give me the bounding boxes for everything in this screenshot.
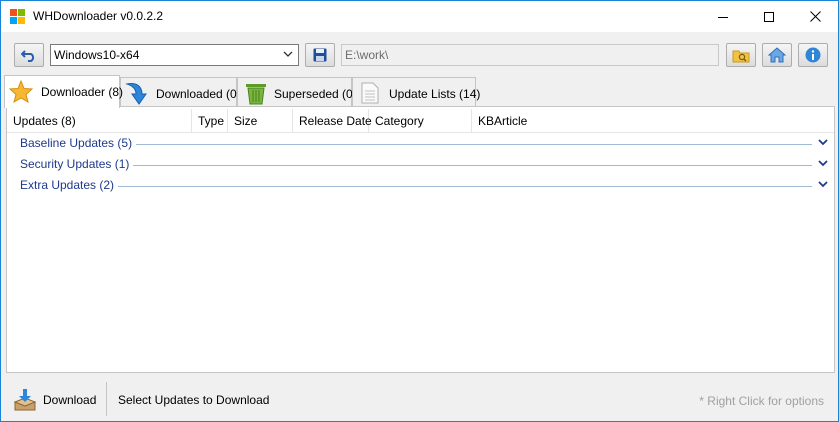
toolbar: Windows10-x64 E:\work\ (1, 32, 838, 76)
floppy-disk-icon (313, 48, 327, 62)
tab-downloaded[interactable]: Downloaded (0) (120, 77, 241, 107)
column-header-release-date[interactable]: Release Date (293, 109, 372, 133)
tab-update-lists[interactable]: Update Lists (14) (352, 77, 480, 107)
tab-label: Downloaded (0) (156, 87, 241, 101)
close-icon (809, 11, 821, 22)
group-divider (20, 165, 812, 166)
column-header-updates[interactable]: Updates (8) (7, 109, 192, 133)
group-baseline-updates[interactable]: Baseline Updates (5) (20, 135, 828, 153)
undo-refresh-icon (21, 50, 35, 62)
browse-folder-button[interactable] (726, 43, 756, 67)
group-divider (20, 186, 812, 187)
refresh-button[interactable] (14, 43, 44, 67)
tab-superseded[interactable]: Superseded (0) (237, 77, 357, 107)
os-select-value: Windows10-x64 (54, 48, 140, 62)
document-list-icon (361, 82, 379, 104)
info-icon (805, 47, 821, 63)
home-icon (768, 47, 786, 63)
download-path-field[interactable]: E:\work\ (341, 44, 719, 66)
status-message: Select Updates to Download (118, 393, 270, 407)
group-label: Baseline Updates (5) (20, 136, 137, 150)
chevron-down-icon (818, 139, 828, 146)
chevron-down-icon (283, 51, 293, 57)
tab-label: Superseded (0) (274, 87, 357, 101)
os-select-dropdown[interactable]: Windows10-x64 (50, 44, 299, 66)
info-button[interactable] (798, 43, 828, 67)
tab-strip: Downloader (8) Downloaded (0) Superseded… (1, 75, 838, 108)
tab-downloader[interactable]: Downloader (8) (4, 75, 124, 108)
tab-label: Downloader (8) (41, 85, 124, 99)
minimize-icon (718, 16, 728, 18)
chevron-down-icon (818, 181, 828, 188)
close-button[interactable] (792, 1, 838, 32)
maximize-icon (764, 11, 774, 22)
folder-search-icon (732, 50, 750, 62)
group-label: Security Updates (1) (20, 157, 134, 171)
save-button[interactable] (305, 43, 335, 67)
star-icon (9, 80, 33, 103)
column-header-kbarticle[interactable]: KBArticle (472, 109, 834, 133)
window-title: WHDownloader v0.0.2.2 (33, 9, 164, 23)
status-bar: Download Select Updates to Download * Ri… (1, 377, 838, 421)
download-button[interactable]: Download (10, 383, 106, 417)
group-extra-updates[interactable]: Extra Updates (2) (20, 177, 828, 195)
column-header-type[interactable]: Type (192, 109, 228, 133)
group-divider (20, 144, 812, 145)
minimize-button[interactable] (700, 1, 746, 32)
right-click-hint: * Right Click for options (699, 394, 824, 408)
download-button-label: Download (43, 393, 97, 407)
windows-logo-icon (10, 9, 26, 25)
tab-label: Update Lists (14) (389, 87, 481, 101)
chevron-down-icon (818, 160, 828, 167)
app-window: WHDownloader v0.0.2.2 Windows10-x64 E:\w… (0, 0, 839, 422)
updates-panel: Updates (8) Type Size Release Date Categ… (6, 106, 835, 373)
maximize-button[interactable] (746, 1, 792, 32)
grid-header: Updates (8) Type Size Release Date Categ… (7, 109, 834, 133)
title-bar: WHDownloader v0.0.2.2 (1, 1, 838, 32)
download-box-icon (13, 389, 37, 411)
column-header-category[interactable]: Category (369, 109, 472, 133)
column-header-size[interactable]: Size (228, 109, 293, 133)
trash-bin-icon (246, 84, 266, 105)
home-button[interactable] (762, 43, 792, 67)
download-path-value: E:\work\ (345, 48, 389, 62)
download-arrow-icon (125, 83, 147, 105)
group-security-updates[interactable]: Security Updates (1) (20, 156, 828, 174)
status-separator (106, 382, 107, 416)
group-label: Extra Updates (2) (20, 178, 119, 192)
